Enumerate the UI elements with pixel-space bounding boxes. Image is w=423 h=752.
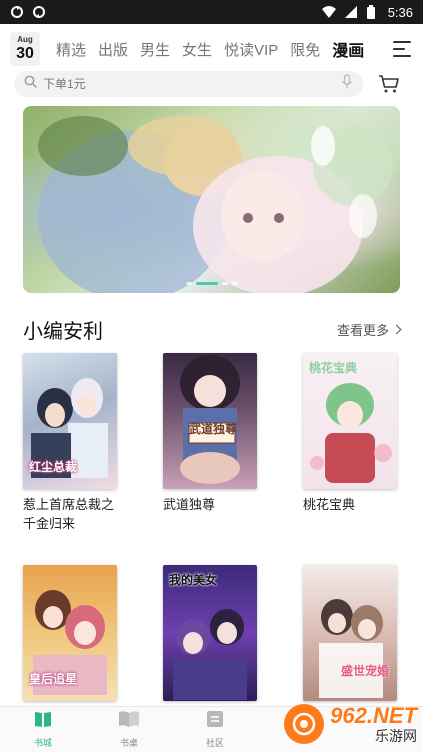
cover-title: 皇后追星 (29, 672, 78, 686)
category-tabs: 精选 出版 男生 女生 悦读VIP 限免 漫画 (50, 37, 370, 65)
see-more-link[interactable]: 查看更多 (336, 320, 402, 339)
book-card[interactable]: 桃花宝典 桃花宝典 (303, 353, 399, 514)
banner-dot[interactable] (221, 282, 228, 285)
cover-title: 我的美女 (169, 573, 218, 587)
book-cover[interactable]: 武道独尊 (163, 353, 257, 489)
search-row (0, 70, 423, 98)
tab-nansheng[interactable]: 男生 (134, 39, 176, 60)
section-title: 小编安利 (23, 320, 103, 343)
banner-dot-active[interactable] (195, 282, 218, 285)
tab-chuban[interactable]: 出版 (92, 39, 134, 60)
search-icon (24, 75, 37, 93)
book-card[interactable]: 红尘总裁 惹上首席总裁之千金归来 (23, 353, 119, 533)
cover-title: 武道独尊 (189, 422, 238, 436)
book-cover[interactable]: 盛世宠婚 (303, 565, 397, 701)
tab-xianmian[interactable]: 限免 (284, 39, 326, 60)
banner-illustration (38, 116, 393, 293)
cover-title: 红尘总裁 (29, 460, 78, 474)
watermark-logo-icon (284, 704, 325, 744)
banner-dot[interactable] (185, 282, 192, 285)
nav-bookshelf[interactable]: 书桌 (86, 707, 172, 752)
book-title[interactable]: 武道独尊 (163, 495, 263, 514)
date-badge[interactable]: Aug 30 (10, 32, 40, 66)
cover-title: 桃花宝典 (309, 361, 358, 375)
watermark-brand: 962.NET (330, 703, 417, 728)
book-title[interactable]: 桃花宝典 (303, 495, 403, 514)
nav-label: 书桌 (119, 738, 138, 748)
book-card[interactable]: 皇后追星 (23, 565, 119, 707)
status-bar: 5:36 (0, 0, 423, 24)
sync-icon (10, 5, 24, 19)
promo-banner[interactable] (23, 106, 400, 293)
watermark-sub: 乐游网 (375, 728, 417, 744)
tab-vip[interactable]: 悦读VIP (218, 39, 284, 60)
nav-community[interactable]: 社区 (172, 707, 258, 752)
nav-label: 书城 (33, 738, 52, 748)
search-bar[interactable] (14, 71, 363, 97)
tab-nvsheng[interactable]: 女生 (176, 39, 218, 60)
tab-manhua[interactable]: 漫画 (326, 37, 370, 65)
sync-icon-2 (32, 5, 46, 19)
chevron-right-icon (391, 324, 402, 334)
nav-bookstore[interactable]: 书城 (0, 707, 86, 752)
cart-icon[interactable] (377, 72, 401, 96)
wifi-icon (321, 5, 336, 19)
bookstore-icon (33, 710, 53, 733)
cover-title: 盛世宠婚 (341, 664, 390, 678)
date-day: 30 (16, 45, 34, 62)
book-card[interactable]: 武道独尊 武道独尊 (163, 353, 259, 514)
top-nav: Aug 30 精选 出版 男生 女生 悦读VIP 限免 漫画 (0, 28, 423, 70)
book-card[interactable]: 盛世宠婚 (303, 565, 399, 707)
status-time: 5:36 (387, 4, 413, 20)
see-more-label: 查看更多 (336, 322, 389, 338)
book-cover[interactable]: 桃花宝典 (303, 353, 397, 489)
section-header: 小编安利 查看更多 (23, 314, 402, 344)
community-icon (206, 710, 224, 733)
book-cover[interactable]: 我的美女 (163, 565, 257, 701)
nav-label: 社区 (205, 738, 224, 748)
menu-icon[interactable] (393, 41, 411, 57)
book-title[interactable]: 惹上首席总裁之千金归来 (23, 495, 123, 533)
tab-jingxuan[interactable]: 精选 (50, 39, 92, 60)
signal-icon (344, 5, 358, 19)
banner-dot[interactable] (231, 282, 238, 285)
banner-pagination (185, 282, 238, 285)
book-icon (118, 710, 140, 733)
book-cover[interactable]: 红尘总裁 (23, 353, 117, 489)
book-card[interactable]: 我的美女 (163, 565, 259, 707)
search-input[interactable] (43, 77, 341, 91)
watermark: 962.NET 乐游网 (284, 700, 417, 748)
date-month: Aug (17, 35, 33, 44)
microphone-icon[interactable] (341, 73, 353, 95)
book-cover[interactable]: 皇后追星 (23, 565, 117, 701)
battery-icon (366, 5, 380, 19)
